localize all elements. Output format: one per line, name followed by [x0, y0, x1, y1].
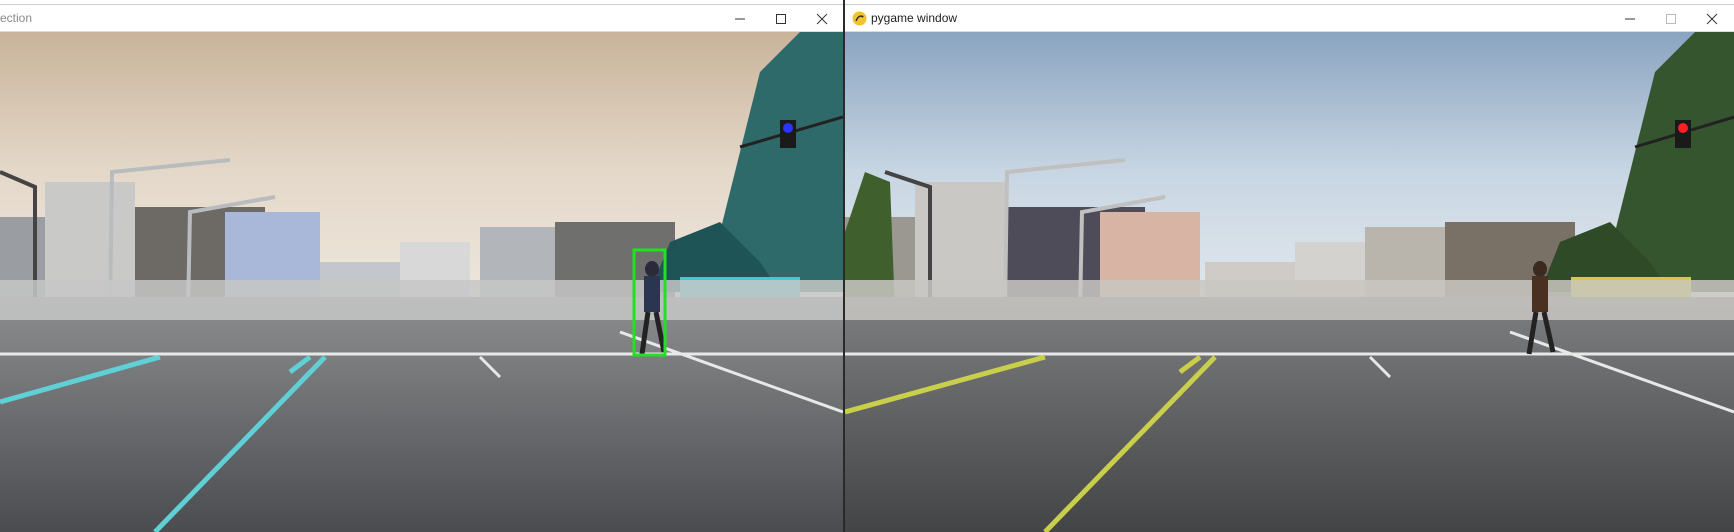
close-icon: [1706, 13, 1718, 25]
pygame-window[interactable]: pygame window: [845, 0, 1734, 532]
close-button[interactable]: [802, 5, 842, 32]
detection-camera-view: [0, 32, 843, 532]
pygame-window-titlebar[interactable]: pygame window: [845, 4, 1734, 32]
pygame-snake-icon: [852, 11, 867, 26]
detection-window[interactable]: ection: [0, 0, 843, 532]
pygame-camera-view: [845, 32, 1734, 532]
minimize-icon: [1625, 18, 1635, 20]
close-icon: [816, 13, 828, 25]
detection-window-titlebar[interactable]: ection: [0, 4, 843, 32]
maximize-button[interactable]: [1651, 5, 1691, 32]
minimize-icon: [735, 18, 745, 20]
minimize-button[interactable]: [1610, 5, 1650, 32]
minimize-button[interactable]: [720, 5, 760, 32]
road: [0, 297, 843, 532]
road: [845, 297, 1734, 532]
maximize-icon: [1666, 14, 1676, 24]
close-button[interactable]: [1692, 5, 1732, 32]
window-title: ection: [0, 11, 33, 25]
window-title: pygame window: [871, 11, 958, 25]
maximize-icon: [776, 14, 786, 24]
maximize-button[interactable]: [761, 5, 801, 32]
